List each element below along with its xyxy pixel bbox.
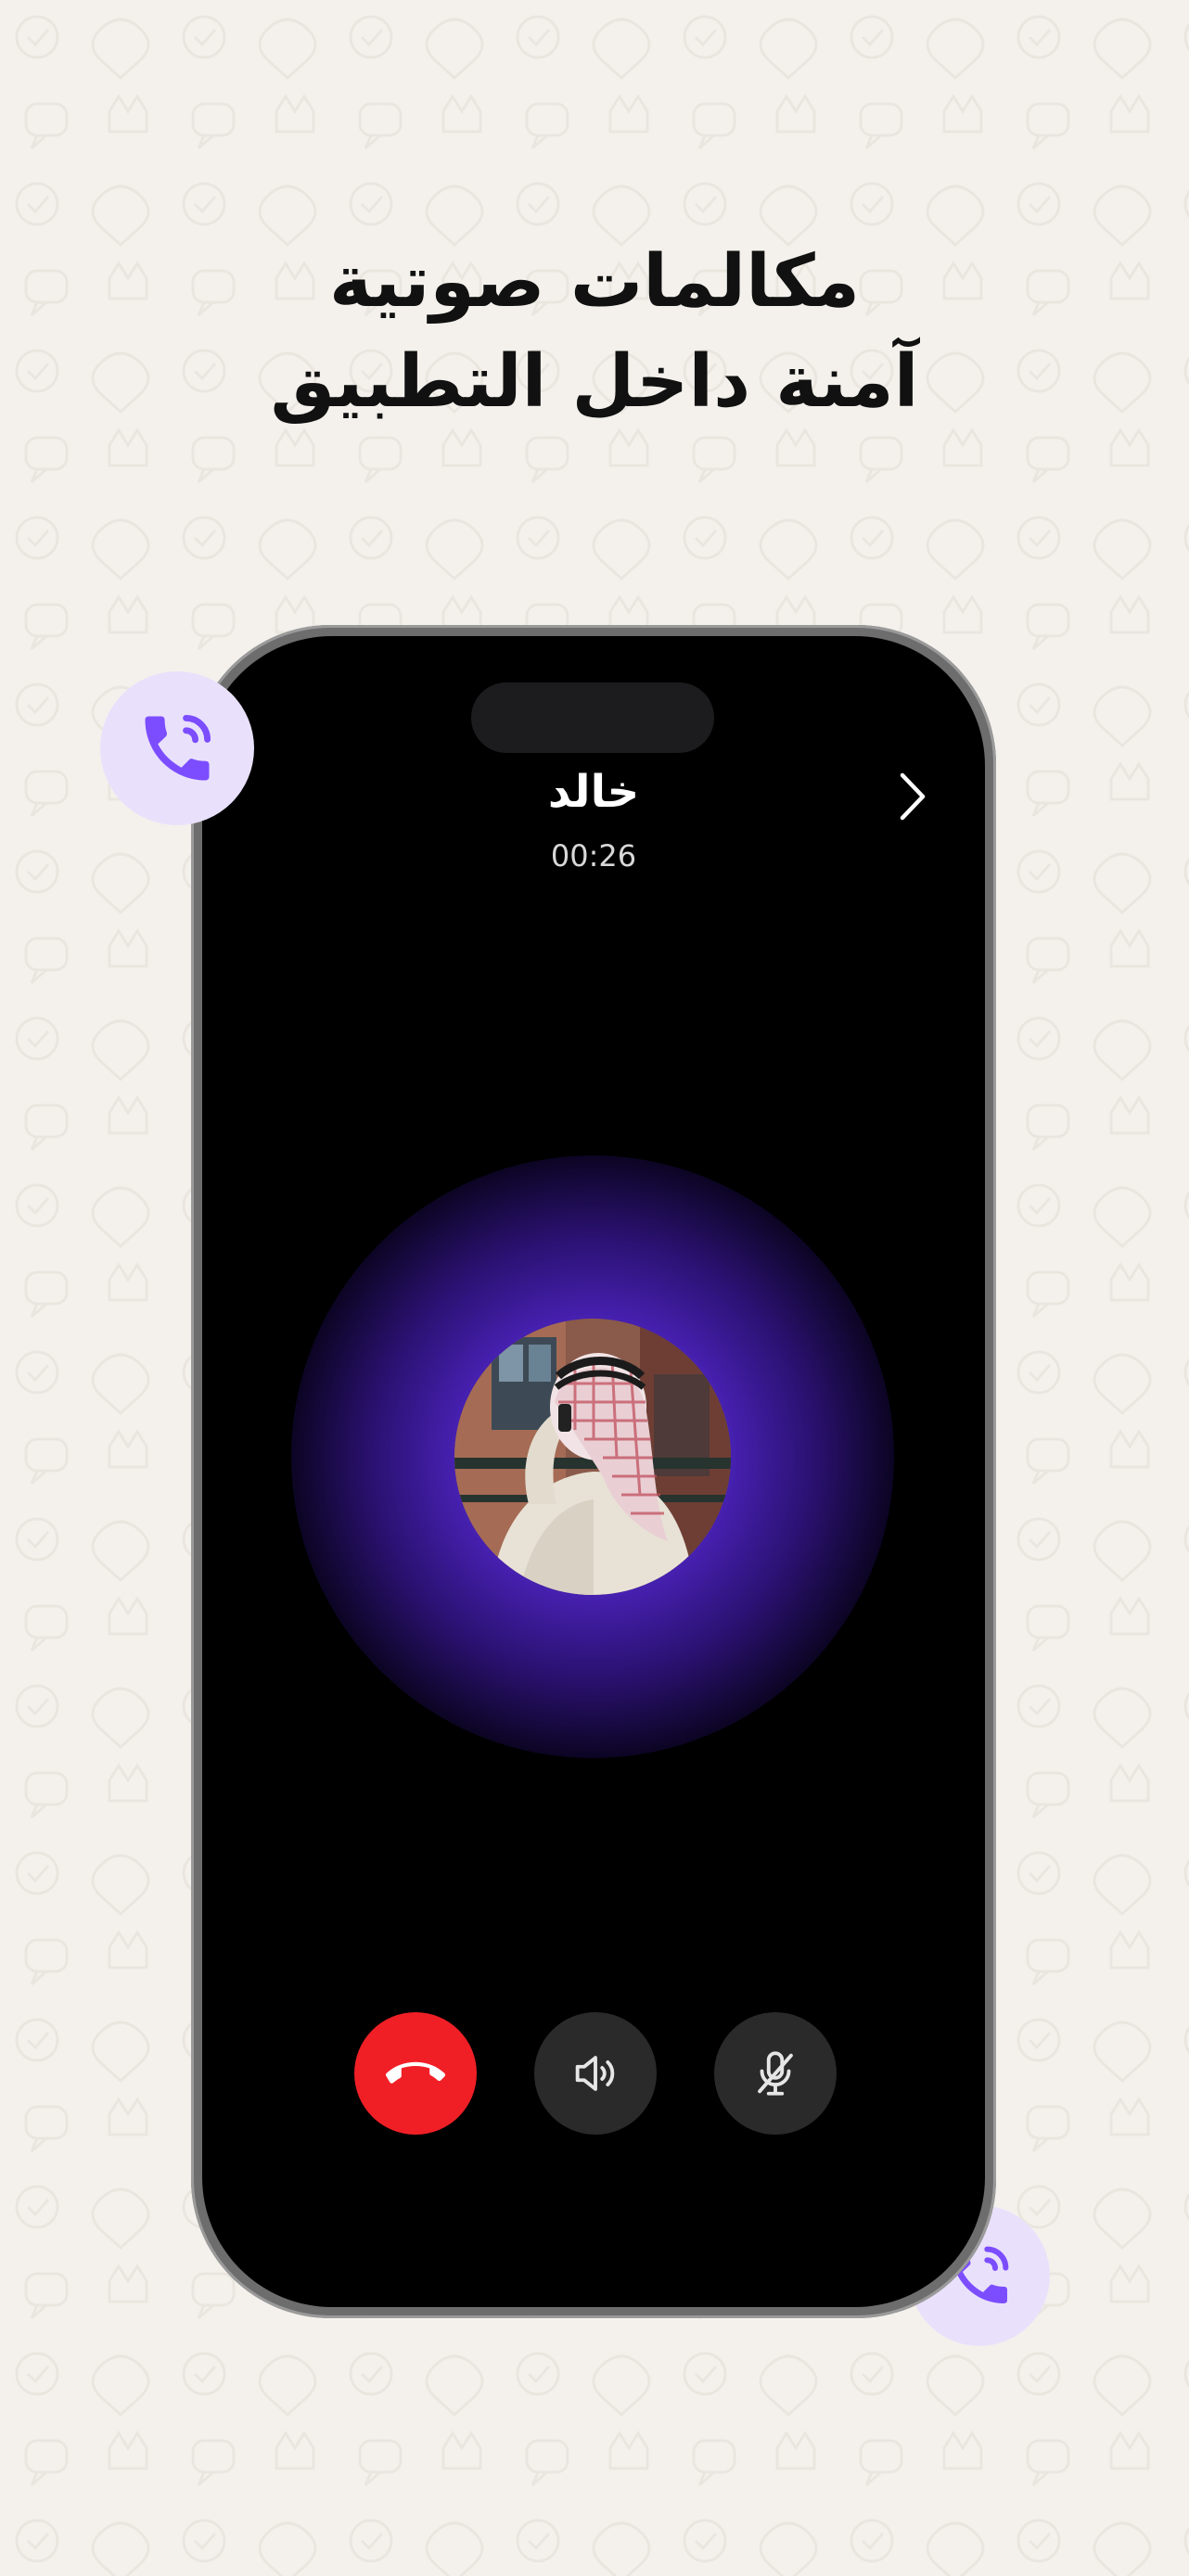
headline-line-1: مكالمات صوتية [328,240,861,324]
headline: مكالمات صوتية آمنة داخل التطبيق [0,232,1189,432]
call-timer: 00:26 [550,838,637,874]
speaker-button[interactable] [534,2012,657,2135]
phone-hangup-icon [386,2061,445,2084]
phone-mockup: خالد 00:26 [191,625,996,2318]
end-call-button[interactable] [354,2012,477,2135]
contact-avatar [454,1319,731,1595]
dynamic-island [471,682,714,753]
call-controls [202,2012,985,2135]
headline-line-2: آمنة داخل التطبيق [270,340,919,424]
phone-call-icon [145,714,211,781]
mute-button[interactable] [714,2012,837,2135]
speaker-icon [575,2056,615,2091]
mic-off-icon [758,2051,793,2096]
call-screen: خالد 00:26 [202,636,985,2307]
phone-badge-top [100,671,254,825]
contact-name: خالد [547,766,640,818]
avatar-photo [454,1319,731,1595]
